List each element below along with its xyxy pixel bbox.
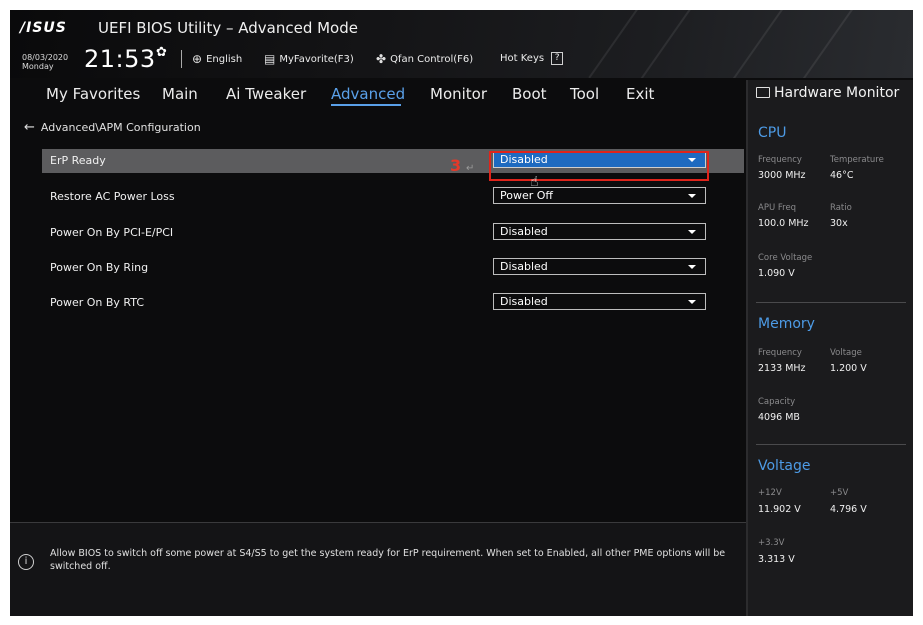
- enter-key-icon: ↵: [466, 163, 475, 174]
- dropdown-value: Disabled: [500, 260, 548, 273]
- monitor-icon: [756, 87, 770, 98]
- setting-label: Restore AC Power Loss: [50, 190, 175, 203]
- memory-voltage-value: 1.200 V: [830, 363, 867, 374]
- decor-streak: [800, 10, 860, 78]
- back-arrow-icon[interactable]: ←: [24, 120, 35, 135]
- decor-streak: [588, 10, 642, 78]
- setting-label: Power On By PCI-E/PCI: [50, 226, 174, 239]
- tab-advanced[interactable]: Advanced: [331, 85, 405, 103]
- favorite-list-icon: ▤: [264, 52, 276, 66]
- power-on-pcie-dropdown[interactable]: Disabled: [493, 223, 706, 240]
- v33-value: 3.313 V: [758, 554, 795, 565]
- dropdown-value: Power Off: [500, 189, 553, 202]
- tab-main[interactable]: Main: [162, 85, 198, 103]
- bios-screen: /ISUS UEFI BIOS Utility – Advanced Mode …: [10, 10, 913, 616]
- brand-logo: /ISUS: [20, 20, 67, 36]
- v5-label: +5V: [830, 488, 849, 498]
- chevron-down-icon: [688, 230, 696, 234]
- setting-label: Power On By RTC: [50, 296, 145, 309]
- help-description-bar: i Allow BIOS to switch off some power at…: [10, 522, 746, 616]
- hardware-monitor-title: Hardware Monitor: [756, 85, 899, 101]
- globe-icon: ⊕: [192, 52, 203, 66]
- setting-row-power-on-pcie[interactable]: Power On By PCI-E/PCI Disabled: [42, 221, 744, 245]
- tab-boot[interactable]: Boot: [512, 85, 547, 103]
- setting-label: ErP Ready: [50, 154, 106, 167]
- active-tab-indicator: [331, 104, 401, 106]
- memory-voltage-label: Voltage: [830, 348, 862, 358]
- section-divider: [756, 444, 906, 445]
- breadcrumb[interactable]: ← Advanced\APM Configuration: [24, 120, 201, 135]
- tab-ai-tweaker[interactable]: Ai Tweaker: [226, 85, 306, 103]
- myfavorite-label: MyFavorite(F3): [279, 53, 354, 65]
- hardware-monitor-label: Hardware Monitor: [774, 85, 900, 101]
- dropdown-value: Disabled: [500, 295, 548, 308]
- decor-streak: [638, 10, 692, 78]
- annotation-step-number: 3: [450, 156, 462, 175]
- clock-time: 21:53: [84, 45, 156, 73]
- breadcrumb-path: Advanced\APM Configuration: [40, 121, 201, 134]
- fan-icon: ✤: [376, 52, 387, 66]
- hotkeys-label: Hot Keys: [500, 53, 545, 64]
- app-title: UEFI BIOS Utility – Advanced Mode: [98, 19, 358, 37]
- cpu-heading: CPU: [758, 125, 787, 141]
- v12-value: 11.902 V: [758, 504, 801, 515]
- cpu-temperature-label: Temperature: [830, 155, 884, 165]
- memory-frequency-label: Frequency: [758, 348, 802, 358]
- day-text: Monday: [22, 62, 54, 71]
- power-on-ring-dropdown[interactable]: Disabled: [493, 258, 706, 275]
- hotkeys-key: ?: [551, 52, 564, 65]
- date-text: 08/03/2020: [22, 53, 69, 62]
- header-divider: [181, 50, 182, 68]
- core-voltage-label: Core Voltage: [758, 253, 813, 263]
- setting-row-power-on-rtc[interactable]: Power On By RTC Disabled: [42, 291, 744, 315]
- gear-icon[interactable]: ✿: [156, 45, 167, 60]
- main-tab-bar: My Favorites Main Ai Tweaker Advanced Mo…: [10, 80, 740, 108]
- tab-exit[interactable]: Exit: [626, 85, 654, 103]
- memory-frequency-value: 2133 MHz: [758, 363, 806, 374]
- setting-row-restore-ac-power-loss[interactable]: Restore AC Power Loss Power Off: [42, 185, 744, 209]
- tab-my-favorites[interactable]: My Favorites: [46, 85, 140, 103]
- core-voltage-value: 1.090 V: [758, 268, 795, 279]
- decor-streak: [730, 10, 790, 78]
- dropdown-value: Disabled: [500, 225, 548, 238]
- v5-value: 4.796 V: [830, 504, 867, 515]
- ratio-value: 30x: [830, 218, 848, 229]
- memory-capacity-value: 4096 MB: [758, 412, 800, 423]
- apu-freq-label: APU Freq: [758, 203, 797, 213]
- cpu-frequency-value: 3000 MHz: [758, 170, 806, 181]
- mouse-cursor-icon: ☝: [530, 174, 539, 190]
- chevron-down-icon: [688, 300, 696, 304]
- tab-monitor[interactable]: Monitor: [430, 85, 487, 103]
- memory-heading: Memory: [758, 316, 815, 332]
- chevron-down-icon: [688, 265, 696, 269]
- hotkeys-button[interactable]: Hot Keys ?: [500, 52, 564, 65]
- cpu-temperature-value: 46°C: [830, 170, 854, 181]
- memory-capacity-label: Capacity: [758, 397, 796, 407]
- power-on-rtc-dropdown[interactable]: Disabled: [493, 293, 706, 310]
- cpu-frequency-label: Frequency: [758, 155, 802, 165]
- setting-row-power-on-ring[interactable]: Power On By Ring Disabled: [42, 256, 744, 280]
- info-icon: i: [18, 554, 34, 570]
- setting-label: Power On By Ring: [50, 261, 149, 274]
- restore-ac-power-loss-dropdown[interactable]: Power Off: [493, 187, 706, 204]
- qfan-label: Qfan Control(F6): [390, 53, 474, 65]
- apu-freq-value: 100.0 MHz: [758, 218, 809, 229]
- chevron-down-icon: [688, 194, 696, 198]
- tab-tool[interactable]: Tool: [570, 85, 599, 103]
- ratio-label: Ratio: [830, 203, 852, 213]
- qfan-button[interactable]: ✤ Qfan Control(F6): [376, 52, 473, 66]
- language-label: English: [206, 53, 243, 65]
- voltage-heading: Voltage: [758, 458, 811, 474]
- hardware-monitor-panel: Hardware Monitor CPU Frequency Temperatu…: [746, 80, 913, 616]
- v12-label: +12V: [758, 488, 782, 498]
- help-text: Allow BIOS to switch off some power at S…: [50, 548, 726, 572]
- myfavorite-button[interactable]: ▤ MyFavorite(F3): [264, 52, 354, 66]
- header-bar: /ISUS UEFI BIOS Utility – Advanced Mode …: [10, 10, 913, 78]
- language-button[interactable]: ⊕ English: [192, 52, 242, 66]
- annotation-highlight-box: [489, 151, 709, 181]
- date-display: 08/03/2020 Monday: [22, 53, 68, 71]
- v33-label: +3.3V: [758, 538, 785, 548]
- section-divider: [756, 302, 906, 303]
